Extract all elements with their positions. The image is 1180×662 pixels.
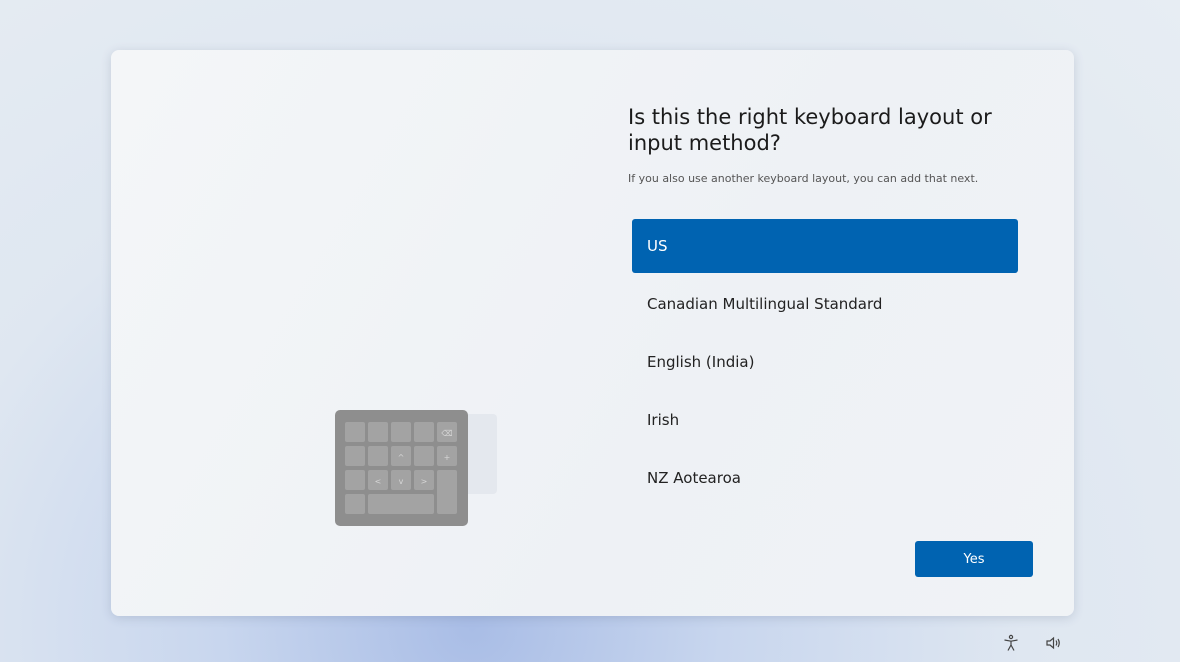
svg-text:>: > (421, 477, 428, 486)
list-item-canadian-multilingual[interactable]: Canadian Multilingual Standard (632, 277, 1018, 331)
keyboard-layout-list: US Canadian Multilingual Standard Englis… (632, 219, 1018, 509)
svg-text:⌫: ⌫ (441, 429, 452, 438)
list-item-english-india[interactable]: English (India) (632, 335, 1018, 389)
list-item-nz-aotearoa[interactable]: NZ Aotearoa (632, 451, 1018, 505)
keyboard-illustration: ^ + < v > ⌫ (335, 410, 497, 526)
svg-text:<: < (375, 477, 382, 486)
svg-text:^: ^ (398, 453, 405, 462)
page-title: Is this the right keyboard layout or inp… (628, 105, 992, 155)
page-subtitle: If you also use another keyboard layout,… (628, 172, 979, 185)
accessibility-icon[interactable] (1002, 634, 1022, 654)
volume-icon[interactable] (1045, 634, 1065, 654)
list-item-us[interactable]: US (632, 219, 1018, 273)
svg-text:+: + (444, 453, 451, 462)
list-item-irish[interactable]: Irish (632, 393, 1018, 447)
yes-button[interactable]: Yes (915, 541, 1033, 577)
svg-text:v: v (399, 477, 404, 486)
